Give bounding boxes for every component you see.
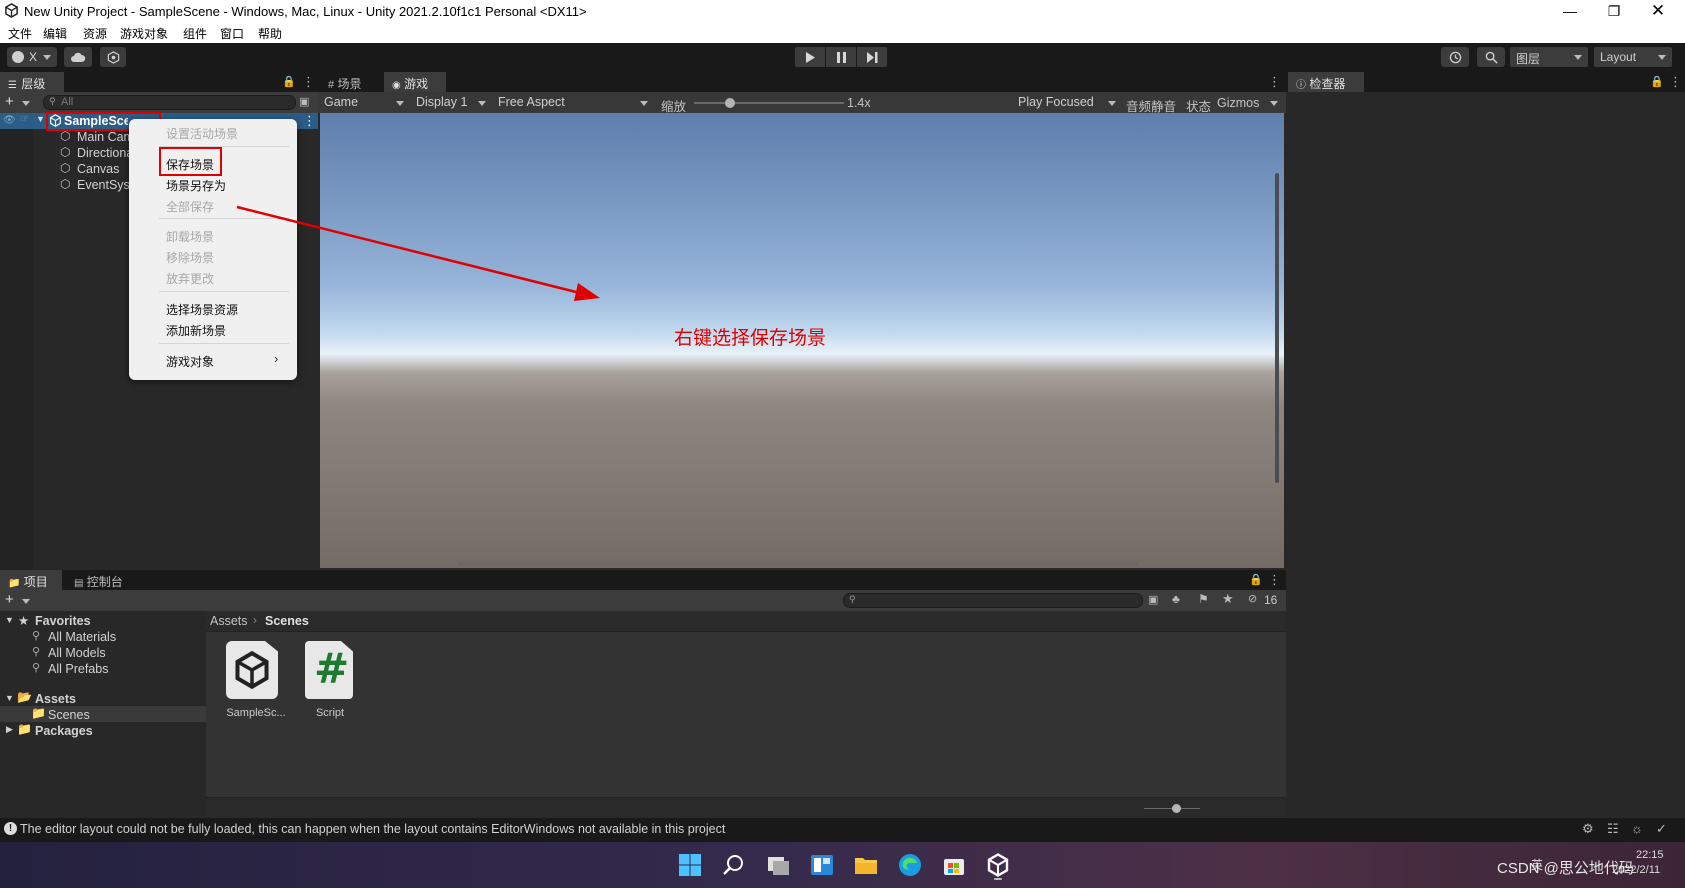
search-icon: ⚲: [849, 594, 856, 604]
search-icon: ⚲: [32, 630, 41, 642]
check-icon[interactable]: ✓: [1656, 821, 1667, 837]
file-explorer-icon[interactable]: [852, 851, 880, 879]
tree-item[interactable]: All Materials: [48, 630, 116, 644]
inspector-panel: ⓘ 检查器 🔒 ⋮: [1286, 72, 1685, 842]
folder-icon: 📁: [31, 706, 46, 720]
lock-icon[interactable]: 🔒: [1650, 75, 1664, 88]
project-tree: ▼ ★ Favorites ⚲ All Materials ⚲ All Mode…: [0, 611, 206, 818]
auto-generate-lighting-icon[interactable]: ☼: [1631, 821, 1643, 836]
asset-tile-script[interactable]: #: [305, 641, 353, 699]
console-icon: ▤: [74, 578, 84, 589]
tree-favorites[interactable]: Favorites: [35, 614, 91, 628]
star-icon: ★: [18, 614, 30, 628]
search-filter-icon[interactable]: ▣: [1148, 593, 1158, 606]
tree-item[interactable]: All Prefabs: [48, 662, 108, 676]
folder-icon: 📁: [17, 722, 32, 736]
more-options-icon[interactable]: ⋮: [1268, 572, 1281, 588]
chevron-down-icon: [22, 599, 30, 604]
folder-icon: 📁: [8, 578, 21, 589]
tab-inspector-label: 检查器: [1309, 77, 1346, 91]
task-view-icon[interactable]: [764, 851, 792, 879]
windows-start-icon[interactable]: [676, 851, 704, 879]
expand-arrow-icon[interactable]: ▼: [5, 615, 14, 625]
filter-by-type-icon[interactable]: ♣: [1172, 592, 1180, 606]
icon-size-slider[interactable]: [1144, 804, 1200, 813]
project-files-area: Assets › Scenes SampleSc... # Script: [206, 611, 1286, 818]
tab-console[interactable]: ▤ 控制台: [66, 570, 140, 590]
asset-tile-scene[interactable]: [226, 641, 280, 699]
info-icon: ⓘ: [1296, 80, 1306, 91]
progress-icon[interactable]: ☷: [1607, 821, 1619, 837]
tab-inspector[interactable]: ⓘ 检查器: [1288, 72, 1364, 92]
project-search-field[interactable]: ⚲: [843, 593, 1143, 608]
clock-time[interactable]: 22:15: [1636, 849, 1664, 861]
search-icon: ⚲: [32, 646, 41, 658]
project-footer: [206, 797, 1286, 818]
tab-project[interactable]: 📁 项目: [0, 570, 62, 590]
info-icon: !: [4, 822, 17, 835]
status-message[interactable]: The editor layout could not be fully loa…: [20, 822, 725, 836]
collapse-arrow-icon[interactable]: ▶: [6, 724, 13, 735]
inspector-tabstrip: ⓘ 检查器 🔒 ⋮: [1286, 72, 1685, 92]
tree-packages[interactable]: Packages: [35, 724, 93, 738]
tab-console-label: 控制台: [86, 575, 123, 589]
chevron-right-icon: ›: [253, 613, 257, 627]
folder-open-icon: 📂: [17, 690, 32, 704]
search-icon: ⚲: [32, 662, 41, 674]
more-options-icon[interactable]: ⋮: [1669, 74, 1682, 90]
ime-indicator[interactable]: 英: [1531, 856, 1543, 873]
project-panel: 📁 项目 ▤ 控制台 🔒 ⋮ + ⚲ ▣ ♣ ⚑ ★ ⊘ 16 ▼ ★ Favo…: [0, 570, 1286, 842]
lock-icon[interactable]: 🔒: [1249, 573, 1263, 586]
widgets-icon[interactable]: [808, 851, 836, 879]
asset-tile-script-label: Script: [315, 707, 345, 719]
windows-taskbar: [0, 842, 1685, 888]
filter-by-label-icon[interactable]: ⚑: [1198, 592, 1209, 606]
status-bar: ! The editor layout could not be fully l…: [0, 818, 1685, 842]
unity-icon[interactable]: [984, 851, 1012, 880]
favorite-star-icon[interactable]: ★: [1222, 591, 1234, 607]
breadcrumb-item[interactable]: Assets: [210, 614, 248, 628]
project-tabstrip: 📁 项目 ▤ 控制台 🔒 ⋮: [0, 570, 1286, 590]
tree-assets[interactable]: Assets: [35, 692, 76, 706]
tree-item[interactable]: All Models: [48, 646, 106, 660]
expand-arrow-icon[interactable]: ▼: [5, 693, 14, 703]
add-icon[interactable]: +: [5, 591, 14, 608]
breadcrumb-item[interactable]: Scenes: [265, 614, 309, 628]
icon-size-slider-thumb[interactable]: [1172, 804, 1181, 813]
csharp-script-icon: #: [314, 644, 350, 693]
store-icon[interactable]: [940, 851, 968, 879]
asset-tile-scene-label: SampleSc...: [226, 707, 286, 719]
clock-date[interactable]: 2022/2/11: [1612, 864, 1660, 876]
hidden-packages-icon[interactable]: ⊘: [1248, 592, 1257, 605]
active-indicator: [994, 878, 1002, 880]
hidden-count: 16: [1264, 593, 1278, 607]
unity-scene-icon: [226, 641, 278, 699]
tab-project-label: 项目: [23, 575, 48, 589]
debug-icon[interactable]: ⚙: [1582, 821, 1594, 837]
edge-icon[interactable]: [896, 851, 924, 879]
tree-item-scenes[interactable]: Scenes: [48, 708, 90, 722]
search-icon[interactable]: [720, 851, 748, 879]
breadcrumb: Assets › Scenes: [206, 611, 1286, 632]
project-toolbar: + ⚲ ▣ ♣ ⚑ ★ ⊘ 16: [0, 590, 1286, 611]
